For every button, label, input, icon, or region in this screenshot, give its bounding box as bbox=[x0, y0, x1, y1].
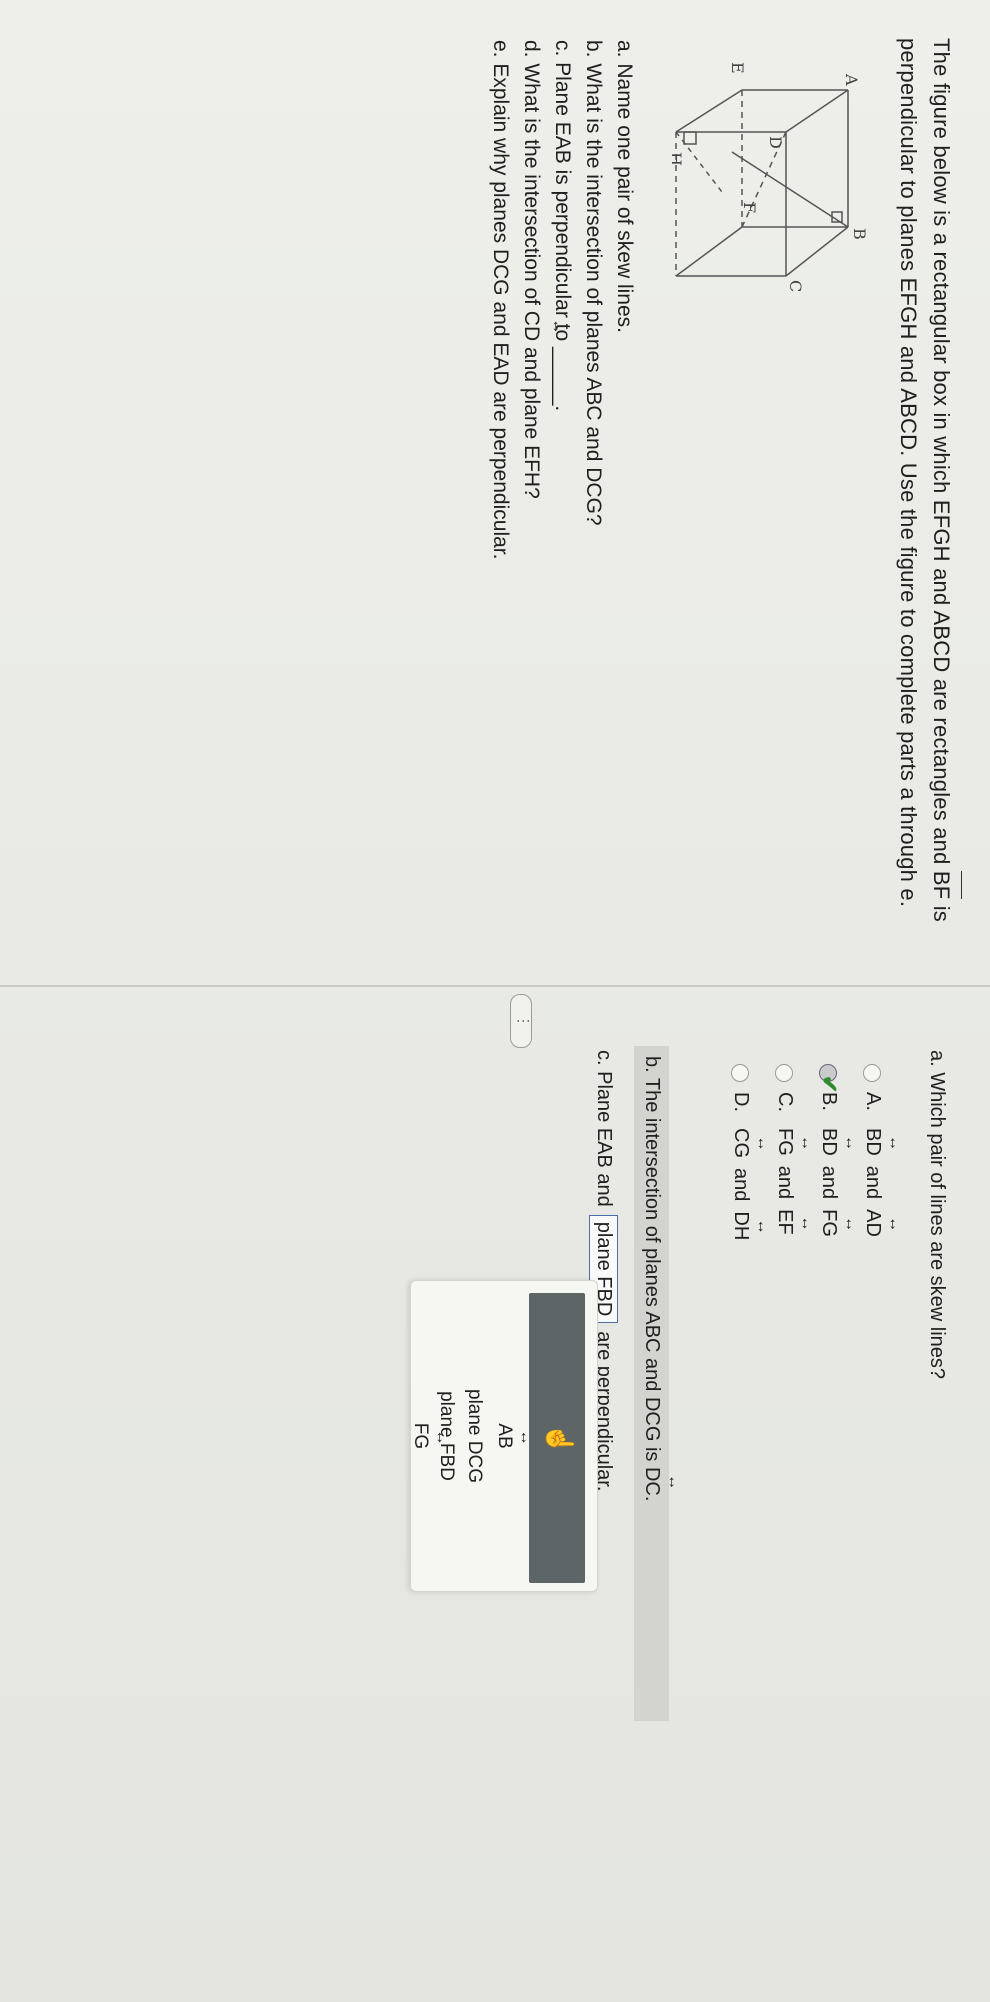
line-cd: CD bbox=[516, 311, 547, 341]
prompt-text-1b: is bbox=[929, 899, 954, 922]
segment-bf: BF bbox=[925, 871, 958, 900]
dropdown-item-plane-dcg[interactable]: plane DCG bbox=[463, 1281, 485, 1591]
divider-handle-icon[interactable]: ⋮ bbox=[510, 994, 532, 1048]
problem-statement: The figure below is a rectangular box in… bbox=[892, 38, 958, 968]
part-list: a. Name one pair of skew lines. b. What … bbox=[485, 40, 640, 800]
part-e: e. Explain why planes DCG and EAD are pe… bbox=[489, 40, 512, 560]
label-e: E bbox=[728, 62, 747, 74]
part-c: c. Plane EAB is perpendicular to _____. bbox=[551, 40, 574, 412]
answer-dc: DC bbox=[641, 1467, 664, 1496]
box-figure: A B C D E F G H bbox=[650, 52, 872, 382]
option-b[interactable]: ✔ B. BD and FG bbox=[817, 1064, 843, 1237]
answer-dropdown[interactable]: ☝ AB plane DCG plane FBD FG bbox=[410, 1280, 598, 1592]
prompt-text-1: The figure below is a rectangular box in… bbox=[929, 38, 954, 871]
radio-c[interactable] bbox=[775, 1064, 794, 1082]
question-b: b. The intersection of planes ABC and DC… bbox=[632, 1042, 672, 1992]
label-a: A bbox=[842, 73, 861, 86]
label-c: C bbox=[786, 280, 805, 292]
option-d[interactable]: D. CG and DH bbox=[729, 1064, 752, 1240]
radio-a[interactable] bbox=[863, 1064, 882, 1082]
label-f: F bbox=[740, 202, 759, 213]
option-a[interactable]: A. BD and AD bbox=[861, 1064, 884, 1237]
label-h: H bbox=[672, 152, 685, 166]
pane-divider[interactable] bbox=[0, 985, 990, 987]
option-c[interactable]: C. FG and EF bbox=[773, 1064, 796, 1235]
dropdown-item-fg[interactable]: FG bbox=[409, 1281, 431, 1591]
dropdown-item-ab[interactable]: AB bbox=[493, 1281, 515, 1591]
label-b: B bbox=[850, 228, 869, 240]
label-d: D bbox=[766, 136, 785, 149]
hand-cursor-icon: ☝ bbox=[545, 1423, 575, 1456]
rectangular-box-diagram: A B C D E F G H bbox=[650, 62, 869, 292]
radio-d[interactable] bbox=[731, 1064, 750, 1082]
prompt-text-2: perpendicular to planes EFGH and ABCD. U… bbox=[896, 38, 921, 908]
dropdown-item-hovered[interactable]: ☝ bbox=[529, 1293, 585, 1583]
question-b-row: b. The intersection of planes ABC and DC… bbox=[634, 1046, 670, 1722]
question-a-prompt: a. Which pair of lines are skew lines? bbox=[926, 1050, 948, 1380]
part-d: d. What is the intersection of CD and pl… bbox=[516, 40, 547, 800]
part-b: b. What is the intersection of planes AB… bbox=[582, 40, 605, 526]
homework-page: The figure below is a rectangular box in… bbox=[0, 0, 990, 2002]
check-icon: ✔ bbox=[817, 1075, 843, 1094]
radio-b-selected[interactable]: ✔ bbox=[818, 1064, 843, 1093]
part-a: a. Name one pair of skew lines. bbox=[613, 40, 636, 333]
